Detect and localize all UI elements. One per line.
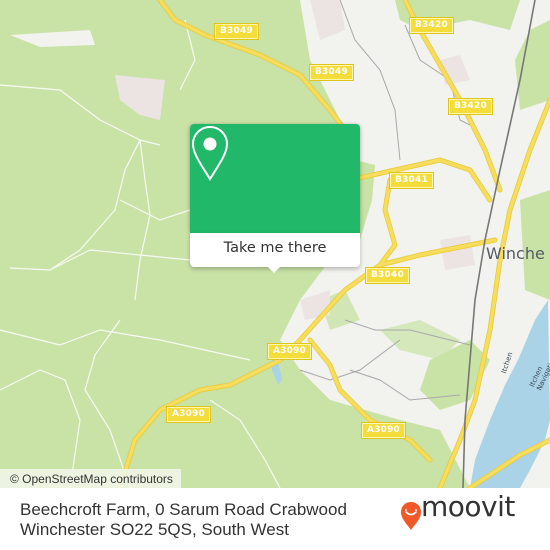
place-label-winchester: Winche	[486, 244, 545, 263]
location-popup: Take me there	[190, 124, 360, 273]
moovit-wordmark: moovit	[421, 490, 515, 523]
built-area	[440, 235, 475, 270]
built-area	[115, 75, 165, 120]
popup-pointer	[266, 265, 282, 273]
road-label-a3090: A3090	[165, 406, 212, 423]
road-label-b3040: B3040	[365, 267, 410, 284]
address-line-1: Beechcroft Farm, 0 Sarum Road Crabwood	[20, 500, 347, 519]
road-label-b3041: B3041	[389, 172, 434, 189]
footer: Beechcroft Farm, 0 Sarum Road Crabwood W…	[0, 488, 550, 550]
map-pin-icon	[191, 125, 229, 181]
map-view[interactable]: B3049 B3049 B3420 B3420 B3041 B3040 A309…	[0, 0, 550, 488]
built-area	[10, 30, 95, 47]
moovit-pin-icon	[401, 502, 421, 530]
road-label-a3090: A3090	[360, 422, 407, 439]
map-attribution[interactable]: © OpenStreetMap contributors	[0, 469, 181, 488]
road-label-a3090: A3090	[266, 343, 313, 360]
road-label-b3049: B3049	[309, 64, 354, 81]
address: Beechcroft Farm, 0 Sarum Road Crabwood W…	[20, 500, 347, 540]
road-label-b3420: B3420	[409, 17, 454, 34]
road-label-b3049: B3049	[214, 23, 259, 40]
popup-header	[190, 124, 360, 233]
road-label-b3420: B3420	[448, 98, 493, 115]
address-line-2: Winchester SO22 5QS, South West	[20, 520, 289, 539]
take-me-there-button[interactable]: Take me there	[190, 233, 360, 267]
